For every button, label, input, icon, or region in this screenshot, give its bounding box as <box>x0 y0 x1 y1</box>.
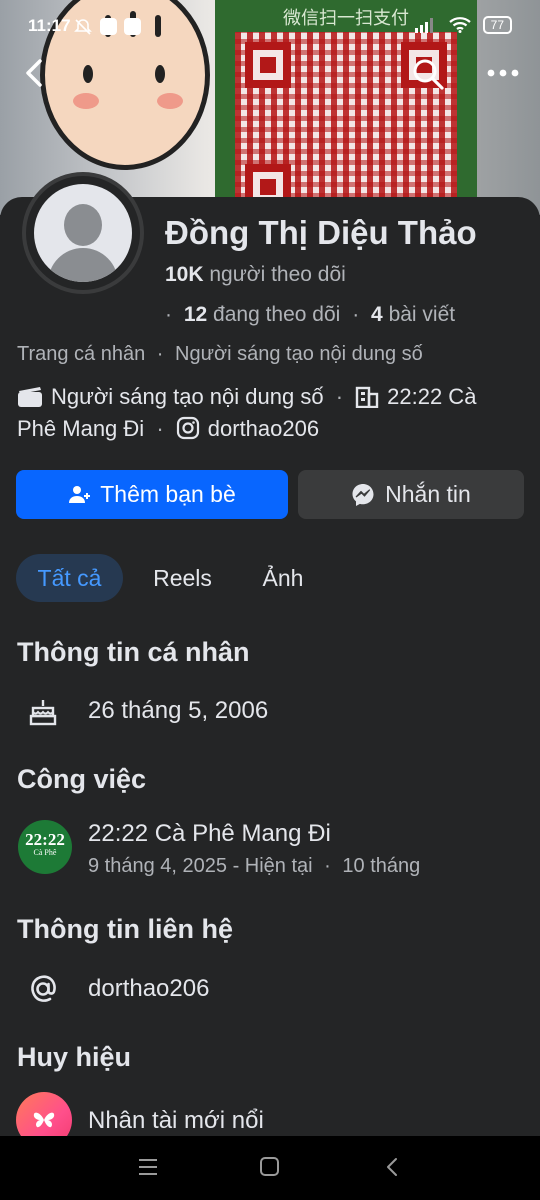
status-time: 11:17 <box>28 16 71 35</box>
posts-count: 4 <box>371 303 383 326</box>
work-heading: Công việc <box>17 764 147 794</box>
workplace-logo-subtext: Cà Phê <box>33 848 57 857</box>
wifi-icon <box>448 17 471 33</box>
following-stat[interactable]: 12 đang theo dõi <box>184 303 346 326</box>
butterfly-icon <box>33 1112 55 1128</box>
status-right: 77 <box>414 16 512 34</box>
instagram-username[interactable]: dorthao206 <box>208 416 319 441</box>
page-type: Trang cá nhân <box>17 343 146 365</box>
recent-apps-icon[interactable] <box>137 1156 159 1178</box>
work-duration: 10 tháng <box>342 855 421 877</box>
badges-heading: Huy hiệu <box>17 1042 132 1072</box>
tab-photos[interactable]: Ảnh <box>244 554 322 602</box>
status-bar: 11:17 77 <box>0 0 540 46</box>
profile-details: Người sáng tạo nội dung số · 22:22 Cà Ph… <box>17 384 477 441</box>
system-navigation-bar <box>0 1136 540 1200</box>
following-label: đang theo dõi <box>213 303 341 326</box>
following-count: 12 <box>183 303 208 326</box>
building-icon <box>355 386 379 408</box>
add-friend-icon <box>69 485 91 503</box>
birthday-cake-icon <box>20 689 66 735</box>
instagram-icon <box>176 416 199 440</box>
profile-stats: · 12 đang theo dõi · 4 bài viết <box>165 303 455 327</box>
profile-name: Đồng Thị Diệu Thảo <box>165 214 477 251</box>
messenger-icon <box>352 483 374 506</box>
youtube-notification-icon <box>124 18 141 35</box>
badge-name: Nhân tài mới nổi <box>88 1107 264 1134</box>
separator-dot: · <box>165 303 172 326</box>
workplace-logo-text: 22:22 <box>25 830 65 849</box>
workplace-logo[interactable]: 22:22 Cà Phê <box>18 820 72 874</box>
profile-meta: Trang cá nhân · Người sáng tạo nội dung … <box>17 343 423 365</box>
message-label: Nhắn tin <box>385 481 471 507</box>
mute-icon <box>74 19 92 35</box>
messenger-notification-icon <box>100 18 117 35</box>
profile-avatar[interactable] <box>22 172 144 294</box>
personal-info-heading: Thông tin cá nhân <box>17 637 250 667</box>
posts-stat[interactable]: 4 bài viết <box>371 303 455 326</box>
message-button[interactable]: Nhắn tin <box>298 470 524 519</box>
add-friend-button[interactable]: Thêm bạn bè <box>16 470 288 519</box>
at-sign-icon <box>20 966 66 1012</box>
tab-all[interactable]: Tất cả <box>16 554 123 602</box>
posts-label: bài viết <box>388 303 456 326</box>
separator-dot: · <box>352 303 360 326</box>
signal-icon <box>414 18 433 33</box>
back-arrow-icon[interactable] <box>18 55 54 91</box>
followers-count: 10K <box>165 263 204 286</box>
home-icon[interactable] <box>259 1156 281 1178</box>
work-period: 9 tháng 4, 2025 - Hiện tại · 10 tháng <box>88 855 421 877</box>
contact-heading: Thông tin liên hệ <box>17 914 233 944</box>
birthday-text: 26 tháng 5, 2006 <box>88 697 269 724</box>
contact-username[interactable]: dorthao206 <box>88 975 209 1003</box>
default-avatar-icon <box>34 184 132 282</box>
tab-reels[interactable]: Reels <box>135 554 230 602</box>
clapperboard-icon <box>18 387 42 407</box>
add-friend-label: Thêm bạn bè <box>100 481 236 507</box>
work-dates: 9 tháng 4, 2025 - Hiện tại <box>88 855 313 877</box>
profile-category: Người sáng tạo nội dung số <box>175 343 423 365</box>
system-back-icon[interactable] <box>382 1156 404 1178</box>
detail-category: Người sáng tạo nội dung số <box>51 384 324 409</box>
search-icon[interactable] <box>411 57 445 91</box>
battery-indicator: 77 <box>482 16 512 34</box>
more-options-icon[interactable] <box>482 58 524 88</box>
followers-stat[interactable]: 10K người theo dõi <box>165 263 346 287</box>
workplace-name[interactable]: 22:22 Cà Phê Mang Đi <box>88 820 331 848</box>
followers-label: người theo dõi <box>209 263 346 286</box>
